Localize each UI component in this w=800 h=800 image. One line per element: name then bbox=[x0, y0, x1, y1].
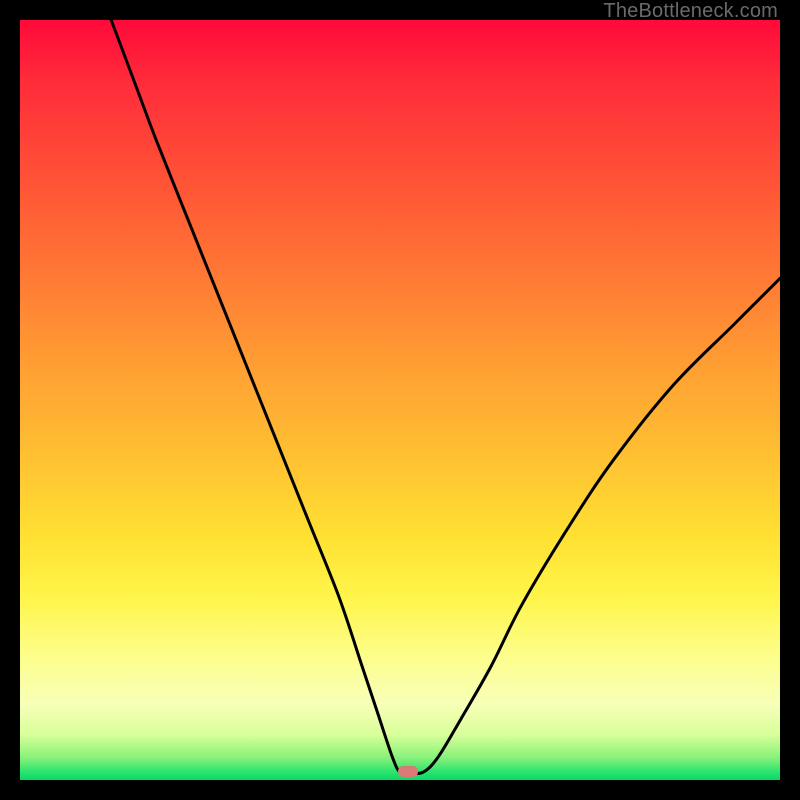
curve-path bbox=[111, 20, 780, 774]
optimum-marker bbox=[398, 766, 418, 777]
chart-frame: TheBottleneck.com bbox=[0, 0, 800, 800]
bottleneck-curve bbox=[20, 20, 780, 780]
plot-area bbox=[20, 20, 780, 780]
